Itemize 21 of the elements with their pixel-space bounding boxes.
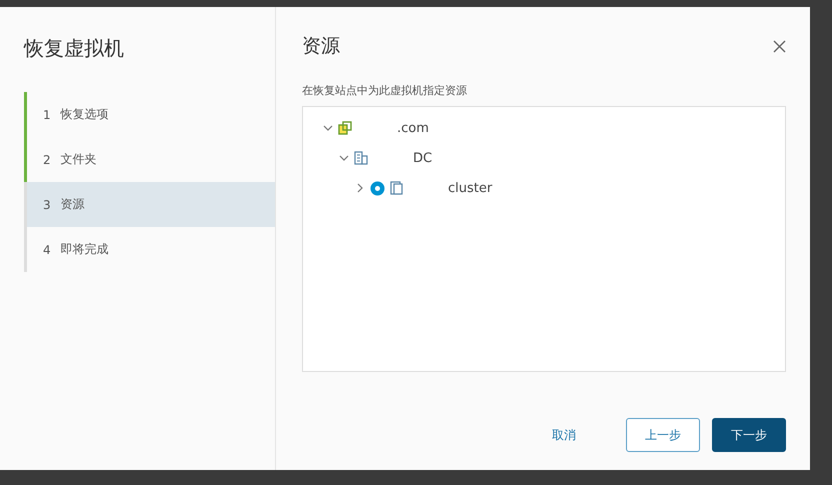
close-icon bbox=[773, 40, 786, 52]
step-item[interactable]: 4 即将完成 bbox=[24, 227, 275, 272]
tree-label[interactable]: .com bbox=[397, 120, 429, 136]
close-button[interactable] bbox=[773, 40, 786, 52]
chevron-down-icon[interactable] bbox=[323, 123, 333, 133]
cluster-icon bbox=[390, 181, 403, 195]
cancel-link[interactable]: 取消 bbox=[534, 418, 594, 452]
tree-label[interactable]: DC bbox=[413, 150, 432, 166]
section-heading: 资源 bbox=[302, 34, 340, 59]
tree-label[interactable]: cluster bbox=[448, 180, 492, 196]
step-item[interactable]: 3 资源 bbox=[24, 182, 275, 227]
server-group-icon bbox=[338, 121, 352, 135]
chevron-right-icon[interactable] bbox=[355, 183, 365, 193]
instruction-text: 在恢复站点中为此虚拟机指定资源 bbox=[302, 83, 468, 98]
chevron-down-icon[interactable] bbox=[339, 153, 349, 163]
building-icon bbox=[354, 151, 368, 165]
dialog-title: 恢复虚拟机 bbox=[24, 35, 125, 62]
next-button[interactable]: 下一步 bbox=[712, 418, 786, 452]
radio-button[interactable] bbox=[370, 180, 385, 196]
back-button[interactable]: 上一步 bbox=[626, 418, 700, 452]
step-item[interactable]: 1 恢复选项 bbox=[24, 92, 275, 137]
